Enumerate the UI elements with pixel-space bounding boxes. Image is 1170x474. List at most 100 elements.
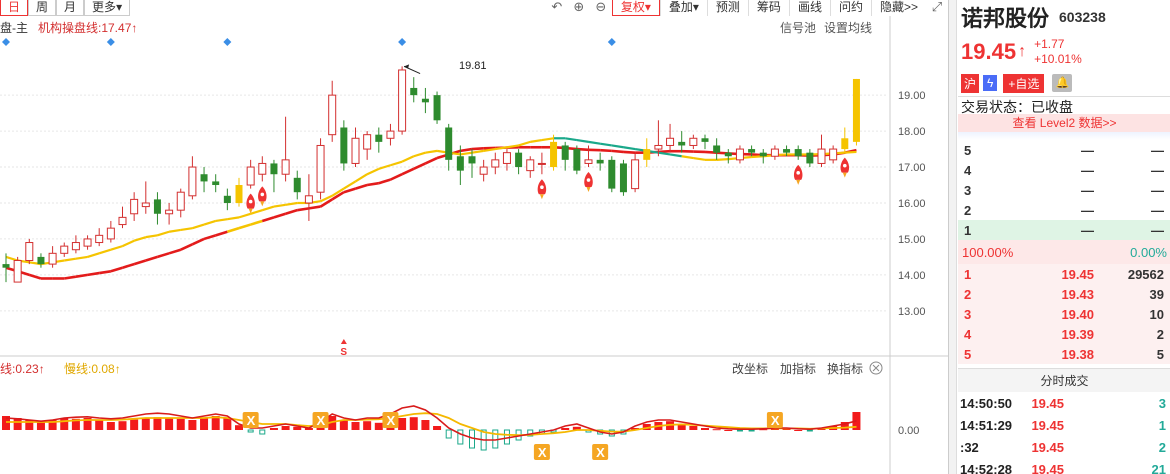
order-volume: 5 (1156, 346, 1164, 362)
caret-down-icon: ▾ (692, 0, 699, 14)
rocket-icon[interactable] (246, 193, 255, 214)
candle (852, 78, 860, 146)
inst-line-segment (378, 178, 391, 185)
avg-line-segment (64, 257, 77, 262)
avg-line-segment (122, 239, 135, 248)
candle (328, 80, 337, 142)
tick-price: 19.45 (1031, 439, 1064, 455)
chips-button[interactable]: 筹码 (747, 0, 789, 16)
order-price: 19.45 (1061, 266, 1094, 282)
buy-orders: 1 19.45 29562 2 19.43 39 3 19.40 10 4 19.39 2 5 19.38… (958, 264, 1170, 364)
candle (550, 134, 558, 171)
x-signal-icon[interactable]: X (592, 444, 609, 460)
zoom-in-icon[interactable]: ⊕ (568, 0, 590, 16)
rocket-icon[interactable] (537, 179, 547, 200)
x-signal-icon[interactable]: X (242, 412, 259, 428)
candle (25, 238, 34, 265)
candle (37, 253, 45, 268)
macd-bar (36, 422, 45, 430)
avg-line-segment (145, 234, 158, 239)
candle (410, 77, 418, 103)
overlay-button[interactable]: 叠加▾ (659, 0, 707, 16)
candle (83, 235, 92, 250)
kline-chart[interactable]: 19.0018.0017.0016.0015.0014.0013.00 S XX… (0, 16, 948, 474)
order-level: 2 (964, 202, 972, 218)
inst-line-segment (413, 162, 426, 171)
avg-line-segment (669, 153, 682, 158)
candle (71, 235, 80, 254)
rocket-icon[interactable] (793, 164, 803, 185)
order-row: 1 19.45 29562 (958, 264, 1170, 284)
add-indicator-link[interactable]: 加指标 (780, 361, 816, 376)
fullscreen-icon[interactable]: ⤢ (926, 0, 948, 16)
y-tick-label: 16.00 (898, 198, 926, 210)
candle (537, 152, 546, 175)
diamond-marker-icon[interactable] (223, 38, 232, 46)
diamond-marker-icon[interactable] (2, 38, 10, 46)
hide-button[interactable]: 隐藏>> (870, 0, 926, 16)
inst-line-segment (611, 149, 624, 154)
macd-bar (374, 422, 383, 430)
zoom-out-icon[interactable]: ⊖ (590, 0, 612, 16)
macd-bar (339, 420, 348, 430)
candle (573, 145, 581, 175)
tab-more[interactable]: 更多▾ (84, 0, 131, 16)
lightning-icon[interactable]: ϟ (983, 75, 998, 91)
rocket-icon[interactable] (584, 172, 593, 193)
order-price: 19.39 (1061, 326, 1094, 342)
x-signal-icon[interactable]: X (382, 412, 399, 428)
order-level: 4 (964, 326, 972, 342)
inst-line-segment (215, 230, 228, 237)
inst-line-segment (110, 266, 123, 273)
forecast-button[interactable]: 预测 (706, 0, 748, 16)
diamond-marker-icon[interactable] (607, 38, 616, 46)
x-signal-icon[interactable]: X (312, 412, 329, 428)
inst-line-segment (75, 273, 88, 278)
x-signal-label: X (771, 413, 780, 428)
candle (130, 192, 139, 221)
tab-month[interactable]: 月 (56, 0, 85, 16)
change-block: +1.77 +10.01% (1034, 37, 1082, 67)
macd-bar (806, 429, 813, 432)
candle (165, 202, 174, 225)
order-row: 4 19.39 2 (958, 324, 1170, 344)
avg-line-segment (693, 156, 706, 161)
tick-row: 14:52:28 19.45 21 (958, 458, 1170, 474)
signal-pool-link[interactable]: 信号池 (780, 21, 816, 35)
bell-icon[interactable]: 🔔 (1052, 74, 1073, 92)
add-watchlist-button[interactable]: +自选 (1003, 73, 1045, 93)
change-axis-link[interactable]: 改坐标 (732, 362, 768, 376)
candle (735, 145, 744, 164)
rocket-icon[interactable] (840, 157, 850, 178)
macd-bar (445, 429, 452, 439)
tick-time: :32 (960, 439, 979, 455)
candle (445, 123, 453, 171)
diamond-marker-icon[interactable] (398, 38, 407, 46)
diamond-marker-icon[interactable] (106, 38, 115, 46)
x-signal-icon[interactable]: X (766, 412, 783, 428)
order-price: — (1081, 202, 1094, 218)
set-ma-link[interactable]: 设置均线 (824, 21, 872, 35)
price-axis: 19.00 18.00 17.00 16.00 15.00 14.00 13.00 (898, 90, 926, 318)
ask-button[interactable]: 问约 (829, 0, 871, 16)
candle (631, 152, 640, 193)
x-signal-icon[interactable]: X (533, 444, 550, 460)
switch-indicator-link[interactable]: 换指标 (827, 361, 863, 376)
candle (666, 123, 675, 153)
stock-header: 诺邦股份 603238 (958, 0, 1170, 34)
candle (95, 228, 104, 247)
sub-zero-label: 0.00 (898, 425, 919, 437)
fuquan-button[interactable]: 复权▾ (611, 0, 660, 16)
tab-day[interactable]: 日 (0, 0, 29, 16)
inst-line-segment (226, 226, 240, 233)
undo-icon[interactable]: ↶ (546, 0, 568, 16)
panel-scrollbar[interactable] (949, 0, 957, 474)
tag-row: 沪 ϟ +自选 🔔 (958, 70, 1170, 96)
level2-link[interactable]: 查看 Level2 数据>> (958, 114, 1170, 132)
change-amount: +1.77 (1034, 37, 1065, 51)
order-row: 2 — — (958, 200, 1170, 220)
candle (293, 170, 301, 200)
tab-week[interactable]: 周 (28, 0, 57, 16)
close-icon[interactable] (869, 361, 883, 375)
draw-line-button[interactable]: 画线 (788, 0, 830, 16)
